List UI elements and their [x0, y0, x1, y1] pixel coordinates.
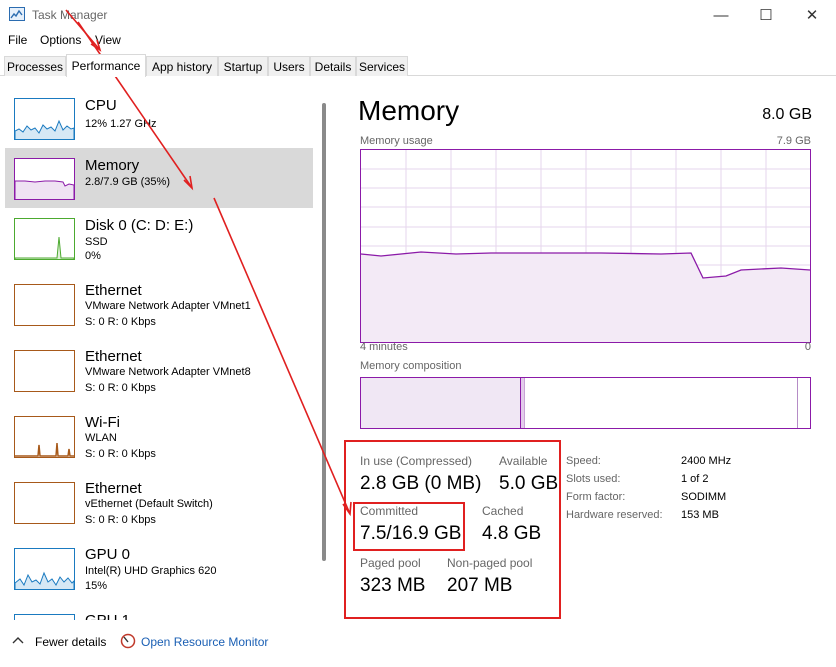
- tab-users[interactable]: Users: [268, 56, 310, 76]
- sidebar-label-ethernet: Ethernet: [85, 282, 142, 299]
- chevron-up-icon[interactable]: [12, 636, 24, 644]
- sidebar-item-wifi[interactable]: Wi-Fi WLAN S: 0 R: 0 Kbps: [5, 406, 313, 466]
- maximize-button[interactable]: ☐: [743, 0, 789, 30]
- window-title: Task Manager: [32, 8, 108, 22]
- task-manager-icon: [9, 7, 25, 21]
- disk-thumbnail: [14, 218, 75, 260]
- scrollbar-thumb[interactable]: [322, 103, 326, 561]
- sidebar-label-cpu: CPU: [85, 97, 117, 114]
- tab-services[interactable]: Services: [356, 56, 408, 76]
- composition-free-marker: [797, 378, 798, 428]
- sidebar-sub-throughput: S: 0 R: 0 Kbps: [85, 514, 156, 526]
- speed-label: Speed:: [566, 455, 601, 467]
- tab-startup[interactable]: Startup: [218, 56, 268, 76]
- sidebar-item-disk[interactable]: Disk 0 (C: D: E:) SSD 0%: [5, 208, 313, 268]
- sidebar-sub-throughput: S: 0 R: 0 Kbps: [85, 316, 156, 328]
- gpu-thumbnail: [14, 614, 75, 620]
- sidebar-label-ethernet: Ethernet: [85, 480, 142, 497]
- menu-file[interactable]: File: [8, 33, 27, 47]
- memory-usage-max: 7.9 GB: [776, 135, 811, 147]
- sidebar-sub-throughput: S: 0 R: 0 Kbps: [85, 382, 156, 394]
- form-factor-value: SODIMM: [681, 491, 727, 503]
- close-button[interactable]: ✕: [789, 0, 835, 30]
- composition-in-use: [361, 378, 521, 428]
- sidebar-sub-gpu-model: Intel(R) UHD Graphics 620: [85, 565, 217, 577]
- cpu-thumbnail: [14, 98, 75, 140]
- hardware-reserved-value: 153 MB: [681, 509, 719, 521]
- tab-processes[interactable]: Processes: [4, 56, 66, 76]
- sidebar-label-memory: Memory: [85, 157, 140, 174]
- hardware-reserved-label: Hardware reserved:: [566, 509, 663, 521]
- ethernet-thumbnail: [14, 350, 75, 392]
- form-factor-label: Form factor:: [566, 491, 626, 503]
- page-title: Memory: [358, 95, 460, 126]
- sidebar-item-cpu[interactable]: CPU 12% 1.27 GHz: [5, 88, 313, 148]
- sidebar-sub-adapter: VMware Network Adapter VMnet8: [85, 366, 251, 378]
- sidebar-sub-memory: 2.8/7.9 GB (35%): [85, 176, 170, 188]
- open-resource-monitor-link[interactable]: Open Resource Monitor: [141, 635, 268, 649]
- memory-total: 8.0 GB: [762, 106, 812, 123]
- sidebar-label-gpu0: GPU 0: [85, 546, 131, 563]
- minimize-button[interactable]: —: [698, 0, 744, 30]
- fewer-details-link[interactable]: Fewer details: [35, 635, 106, 649]
- sidebar-item-memory[interactable]: Memory 2.8/7.9 GB (35%): [5, 148, 313, 208]
- composition-modified: [521, 378, 525, 428]
- sidebar-label-wifi: Wi-Fi: [85, 414, 120, 431]
- title-bar: Task Manager — ☐ ✕: [0, 0, 836, 30]
- tab-app-history[interactable]: App history: [146, 56, 218, 76]
- sidebar-label-gpu1: GPU 1: [85, 612, 130, 620]
- sidebar-label-disk: Disk 0 (C: D: E:): [85, 217, 194, 234]
- resource-monitor-icon[interactable]: [120, 633, 136, 649]
- tab-strip: Processes Performance App history Startu…: [0, 54, 836, 77]
- memory-usage-graph: [360, 149, 811, 343]
- sidebar-sub-gpu-usage: 15%: [85, 580, 108, 592]
- sidebar-sub-adapter: vEthernet (Default Switch): [85, 498, 213, 510]
- sidebar-item-ethernet-vmnet1[interactable]: Ethernet VMware Network Adapter VMnet1 S…: [5, 274, 313, 334]
- resource-sidebar: CPU 12% 1.27 GHz Memory 2.8/7.9 GB (35%)…: [0, 77, 330, 620]
- sidebar-sub-cpu: 12% 1.27 GHz: [85, 118, 157, 130]
- sidebar-item-ethernet-vethernet[interactable]: Ethernet vEthernet (Default Switch) S: 0…: [5, 472, 313, 532]
- gpu-thumbnail: [14, 548, 75, 590]
- sidebar-sub-throughput: S: 0 R: 0 Kbps: [85, 448, 156, 460]
- sidebar-item-gpu0[interactable]: GPU 0 Intel(R) UHD Graphics 620 15%: [5, 538, 313, 598]
- sidebar-item-ethernet-vmnet8[interactable]: Ethernet VMware Network Adapter VMnet8 S…: [5, 340, 313, 400]
- highlight-committed-box: [353, 502, 465, 551]
- ethernet-thumbnail: [14, 482, 75, 524]
- sidebar-scrollbar[interactable]: [318, 89, 330, 617]
- memory-composition-bar: [360, 377, 811, 429]
- menu-options[interactable]: Options: [40, 33, 81, 47]
- memory-usage-label: Memory usage: [360, 135, 433, 147]
- sidebar-sub-adapter: VMware Network Adapter VMnet1: [85, 300, 251, 312]
- time-axis-left: 4 minutes: [360, 341, 408, 353]
- memory-thumbnail: [14, 158, 75, 200]
- speed-value: 2400 MHz: [681, 455, 732, 467]
- tab-details[interactable]: Details: [310, 56, 356, 76]
- tab-performance[interactable]: Performance: [66, 54, 146, 77]
- footer-bar: Fewer details Open Resource Monitor: [0, 625, 836, 667]
- sidebar-label-ethernet: Ethernet: [85, 348, 142, 365]
- sidebar-sub-disk-type: SSD: [85, 236, 108, 248]
- sidebar-item-gpu1[interactable]: GPU 1: [5, 604, 313, 620]
- wifi-thumbnail: [14, 416, 75, 458]
- sidebar-sub-disk-usage: 0%: [85, 250, 101, 262]
- memory-composition-label: Memory composition: [360, 360, 462, 372]
- menu-view[interactable]: View: [95, 33, 121, 47]
- slots-label: Slots used:: [566, 473, 621, 485]
- time-axis-right: 0: [804, 341, 811, 353]
- ethernet-thumbnail: [14, 284, 75, 326]
- slots-value: 1 of 2: [681, 473, 709, 485]
- sidebar-sub-wlan: WLAN: [85, 432, 117, 444]
